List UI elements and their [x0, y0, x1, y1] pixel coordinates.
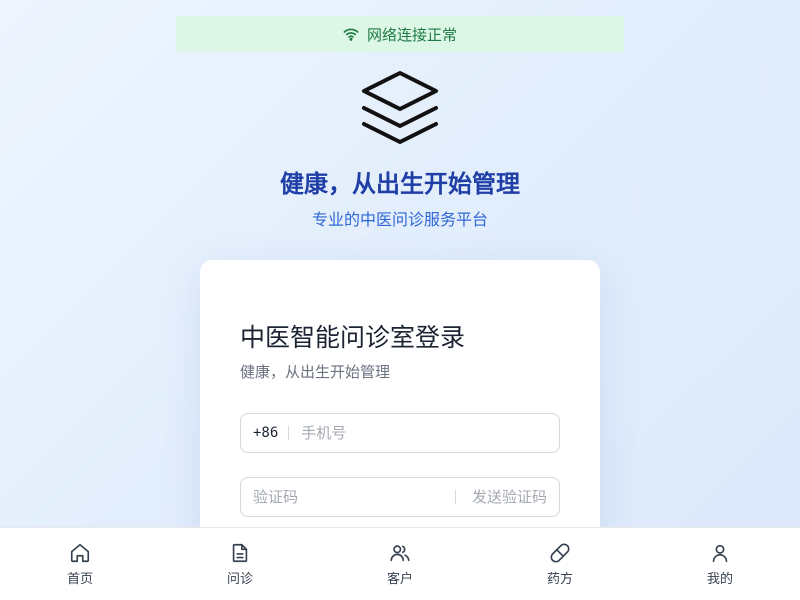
- tab-clients[interactable]: 客户: [320, 528, 480, 600]
- tab-label: 问诊: [226, 571, 253, 587]
- country-code-prefix[interactable]: +86: [241, 426, 290, 440]
- login-subtitle: 健康，从出生开始管理: [240, 363, 391, 381]
- verification-code-field: 发送验证码: [240, 477, 560, 517]
- tab-profile[interactable]: 我的: [640, 528, 800, 600]
- document-icon: [229, 542, 251, 564]
- tab-consultation[interactable]: 问诊: [160, 528, 320, 600]
- tab-label: 客户: [386, 571, 413, 587]
- wifi-icon: [343, 26, 359, 42]
- network-status-banner: 网络连接正常: [176, 16, 624, 52]
- home-icon: [69, 542, 91, 564]
- bottom-tab-bar: 首页 问诊 客户 药方 我的: [0, 527, 800, 600]
- phone-input[interactable]: [289, 414, 559, 452]
- tab-prescriptions[interactable]: 药方: [480, 528, 640, 600]
- user-icon: [709, 542, 731, 564]
- layers-icon: [357, 66, 443, 152]
- verification-code-input[interactable]: [241, 478, 455, 516]
- phone-field: +86: [240, 413, 560, 453]
- hero-title: 健康，从出生开始管理: [280, 170, 520, 198]
- login-card: 中医智能问诊室登录 健康，从出生开始管理 +86 发送验证码: [200, 260, 600, 560]
- tab-label: 首页: [66, 571, 93, 587]
- tab-home[interactable]: 首页: [0, 528, 160, 600]
- tab-label: 药方: [546, 571, 573, 587]
- hero-subtitle: 专业的中医问诊服务平台: [311, 210, 488, 229]
- tab-label: 我的: [706, 571, 733, 587]
- pill-icon: [549, 542, 571, 564]
- network-status-text: 网络连接正常: [366, 25, 457, 44]
- send-code-button[interactable]: 发送验证码: [454, 490, 559, 505]
- login-title: 中医智能问诊室登录: [240, 323, 466, 352]
- users-icon: [389, 542, 411, 564]
